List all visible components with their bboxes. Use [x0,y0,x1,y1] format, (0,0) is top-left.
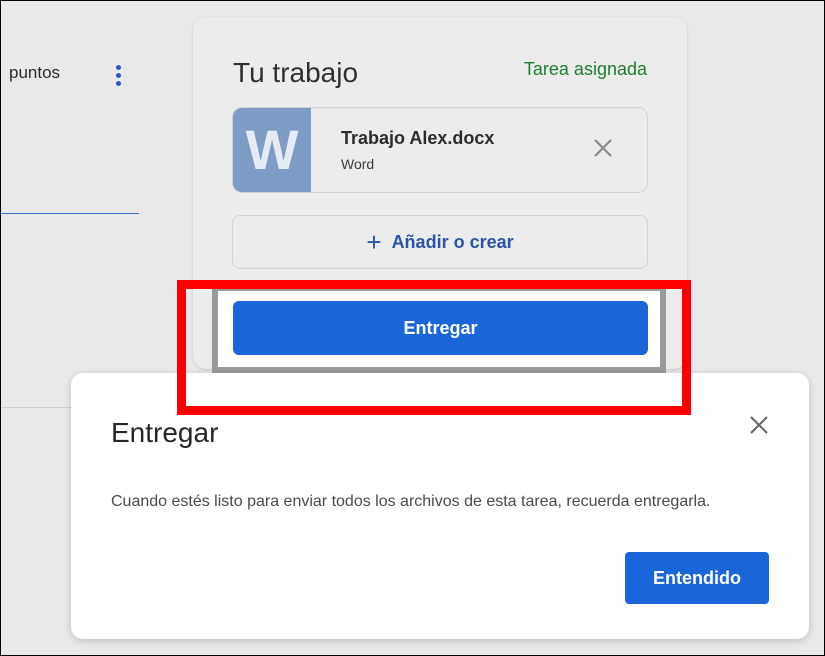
tab-underline [1,213,139,214]
points-label: puntos [9,63,61,82]
screenshot-frame: puntos Tu trabajo Tarea asignada W Traba… [0,0,825,656]
attachment-chip[interactable]: W Trabajo Alex.docx Word [232,107,648,193]
submit-highlight-area: Entregar [218,291,660,367]
assignment-status: Tarea asignada [523,59,647,79]
submit-button[interactable]: Entregar [233,301,648,355]
attachment-name: Trabajo Alex.docx [341,128,495,148]
dialog-message: Cuando estés listo para enviar todos los… [111,493,711,510]
plus-icon: + [366,227,382,257]
submit-info-dialog: Entregar Cuando estés listo para enviar … [71,373,809,639]
word-file-icon: W [233,108,311,192]
dialog-title: Entregar [111,417,219,448]
add-or-create-button[interactable]: + Añadir o crear [232,215,648,269]
close-icon[interactable] [747,413,771,437]
understood-button[interactable]: Entendido [625,552,769,604]
attachment-type: Word [341,156,375,172]
your-work-title: Tu trabajo [233,57,359,88]
more-options-icon[interactable] [113,65,123,93]
remove-attachment-icon[interactable] [591,136,615,160]
add-or-create-label: Añadir o crear [391,232,514,252]
your-work-card: Tu trabajo Tarea asignada W Trabajo Alex… [193,17,687,369]
